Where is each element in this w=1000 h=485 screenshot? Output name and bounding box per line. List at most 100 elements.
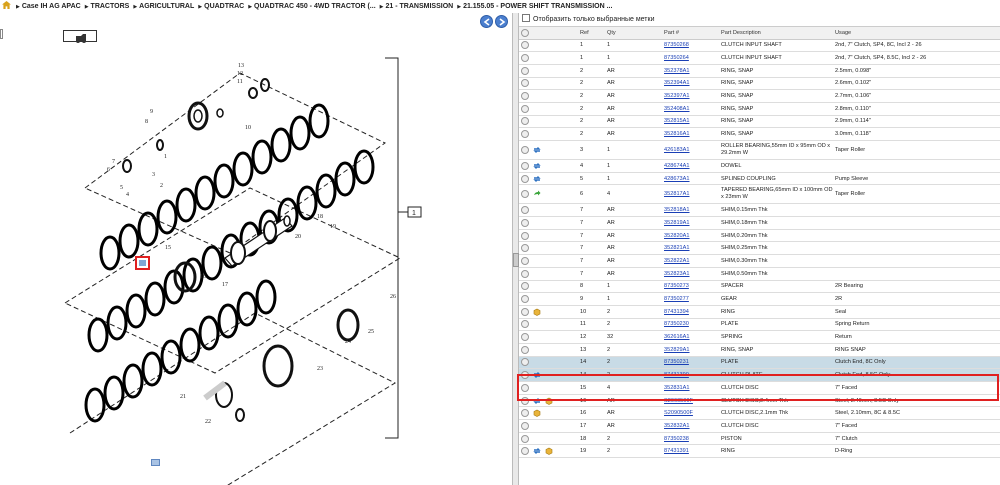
row-select-icon[interactable] [521,54,529,63]
pane-splitter[interactable] [512,13,519,485]
part-number-link[interactable]: 352823A1 [664,271,690,277]
part-number-link[interactable]: 352397A1 [664,93,690,99]
row-select-icon[interactable] [521,345,529,354]
row-select-icon[interactable] [521,92,529,101]
row-select-icon[interactable] [521,282,529,291]
row-select-icon[interactable] [521,269,529,278]
table-row[interactable]: 7 AR 352821A1 SHIM,0.25mm Thk [519,241,1000,256]
part-number-link[interactable]: 87350230 [664,321,689,327]
breadcrumb-item[interactable]: 21.155.05 - POWER SHIFT TRANSMISSION ... [463,3,612,10]
part-number-link[interactable]: 352817A1 [664,191,690,197]
show-selected-only-checkbox[interactable] [522,14,530,22]
part-number-link[interactable]: 87350238 [664,436,689,442]
interchange-icon[interactable] [533,146,541,154]
row-select-icon[interactable] [521,231,529,240]
kit-box-icon[interactable] [545,447,553,456]
part-number-link[interactable]: 352821A1 [664,245,690,251]
select-all-header[interactable] [519,27,578,40]
table-row[interactable]: 16 AR S2060500F CLUTCH DISC,2.4mm Thk Steel,… [519,394,1000,408]
row-select-icon[interactable] [521,320,529,329]
part-number-link[interactable]: 426183A1 [664,147,690,153]
row-select-icon[interactable] [521,333,529,342]
table-row[interactable]: 19 2 87431391 RING D-Ring [519,444,1000,459]
home-icon[interactable] [2,1,11,9]
table-row[interactable]: 9 1 87350277 GEAR 2R [519,292,1000,306]
table-row[interactable]: 6 4 352817A1 TAPERED BEARING,65mm ID x 100m… [519,184,1000,205]
part-number-link[interactable]: 87431390 [664,372,689,378]
table-row[interactable]: 2 AR 352815A1 RING, SNAP 2.9mm, 0.114" [519,115,1000,129]
table-row[interactable]: 2 AR 352816A1 RING, SNAP 3.0mm, 0.118" [519,127,1000,141]
table-row[interactable]: 17 AR 352832A1 CLUTCH DISC 7" Faced [519,419,1000,433]
table-row[interactable]: 16 AR S2090500F CLUTCH DISC,2.1mm Thk Steel,… [519,406,1000,421]
row-select-icon[interactable] [521,244,529,253]
row-select-icon[interactable] [521,409,529,418]
row-select-icon[interactable] [521,117,529,126]
row-select-icon[interactable] [521,371,529,380]
part-number-link[interactable]: S2060500F [664,398,693,404]
part-number-link[interactable]: 87350231 [664,359,689,365]
part-number-link[interactable]: 352832A1 [664,423,690,429]
diagram-hotspot-selected[interactable] [135,256,150,270]
row-select-icon[interactable] [521,447,529,456]
part-number-link[interactable]: 87350277 [664,296,689,302]
table-row[interactable]: 13 2 352829A1 RING, SNAP RING SNAP [519,343,1000,357]
table-row[interactable]: 3 1 426183A1 ROLLER BEARING,55mm ID x 95mm … [519,140,1000,160]
table-row[interactable]: 18 2 87350238 PISTON 7" Clutch [519,432,1000,446]
interchange-icon[interactable] [533,175,541,183]
interchange-icon[interactable] [533,447,541,455]
col-description[interactable]: Part Description [719,27,833,40]
breadcrumb-item[interactable]: 21 - TRANSMISSION [386,3,454,10]
part-number-link[interactable]: 87350264 [664,55,689,61]
row-select-icon[interactable] [521,206,529,215]
part-number-link[interactable]: 352818A1 [664,207,690,213]
part-number-link[interactable]: 352831A1 [664,385,690,391]
row-select-icon[interactable] [521,130,529,139]
row-select-icon[interactable] [521,190,529,199]
part-number-link[interactable]: 352394A1 [664,80,690,86]
table-row[interactable]: 8 1 87350273 SPACER 2R Bearing [519,280,1000,294]
row-select-icon[interactable] [521,104,529,113]
interchange-icon[interactable] [533,162,541,170]
diagram-hotspot[interactable] [151,459,160,466]
interchange-icon[interactable] [533,371,541,379]
row-select-icon[interactable] [521,434,529,443]
select-all-icon[interactable] [521,28,529,37]
part-number-link[interactable]: S2090500F [664,410,693,416]
table-row[interactable]: 7 AR 352818A1 SHIM,0.15mm Thk [519,203,1000,218]
table-row[interactable]: 15 4 352831A1 CLUTCH DISC 7" Faced [519,381,1000,395]
row-select-icon[interactable] [521,358,529,367]
part-number-link[interactable]: 87350268 [664,42,689,48]
interchange-icon[interactable] [533,397,541,405]
table-row[interactable]: 2 AR 352397A1 RING, SNAP 2.7mm, 0.106" [519,89,1000,103]
table-row[interactable]: 1 1 87350268 CLUTCH INPUT SHAFT 2nd, 7" Clut… [519,39,1000,53]
part-number-link[interactable]: 352819A1 [664,220,690,226]
breadcrumb-item[interactable]: QUADTRAC 450 - 4WD TRACTOR (... [254,3,376,10]
table-row[interactable]: 4 1 428674A1 DOWEL [519,159,1000,173]
row-select-icon[interactable] [521,307,529,316]
row-select-icon[interactable] [521,295,529,304]
breadcrumb-item[interactable]: AGRICULTURAL [139,3,194,10]
part-number-link[interactable]: 352822A1 [664,258,690,264]
row-select-icon[interactable] [521,161,529,170]
part-number-link[interactable]: 362616A1 [664,334,690,340]
col-usage[interactable]: Usage [833,27,1000,40]
part-number-link[interactable]: 428673A1 [664,176,690,182]
part-number-link[interactable]: 352815A1 [664,118,690,124]
col-qty[interactable]: Qty [605,27,662,40]
table-row[interactable]: 11 2 87350230 PLATE Spring Return [519,318,1000,332]
row-select-icon[interactable] [521,174,529,183]
part-number-link[interactable]: 352378A1 [664,68,690,74]
table-row[interactable]: 12 32 362616A1 SPRING Return [519,330,1000,344]
part-number-link[interactable]: 87431391 [664,448,689,454]
row-select-icon[interactable] [521,396,529,405]
col-part[interactable]: Part # [662,27,719,40]
part-number-link[interactable]: 352820A1 [664,233,690,239]
breadcrumb-item[interactable]: Case IH AG APAC [22,3,81,10]
part-number-link[interactable]: 352408A1 [664,106,690,112]
row-select-icon[interactable] [521,218,529,227]
kit-box-icon[interactable] [533,308,541,316]
part-number-link[interactable]: 352829A1 [664,347,690,353]
part-number-link[interactable]: 352816A1 [664,131,690,137]
breadcrumb-item[interactable]: QUADTRAC [204,3,244,10]
row-select-icon[interactable] [521,421,529,430]
